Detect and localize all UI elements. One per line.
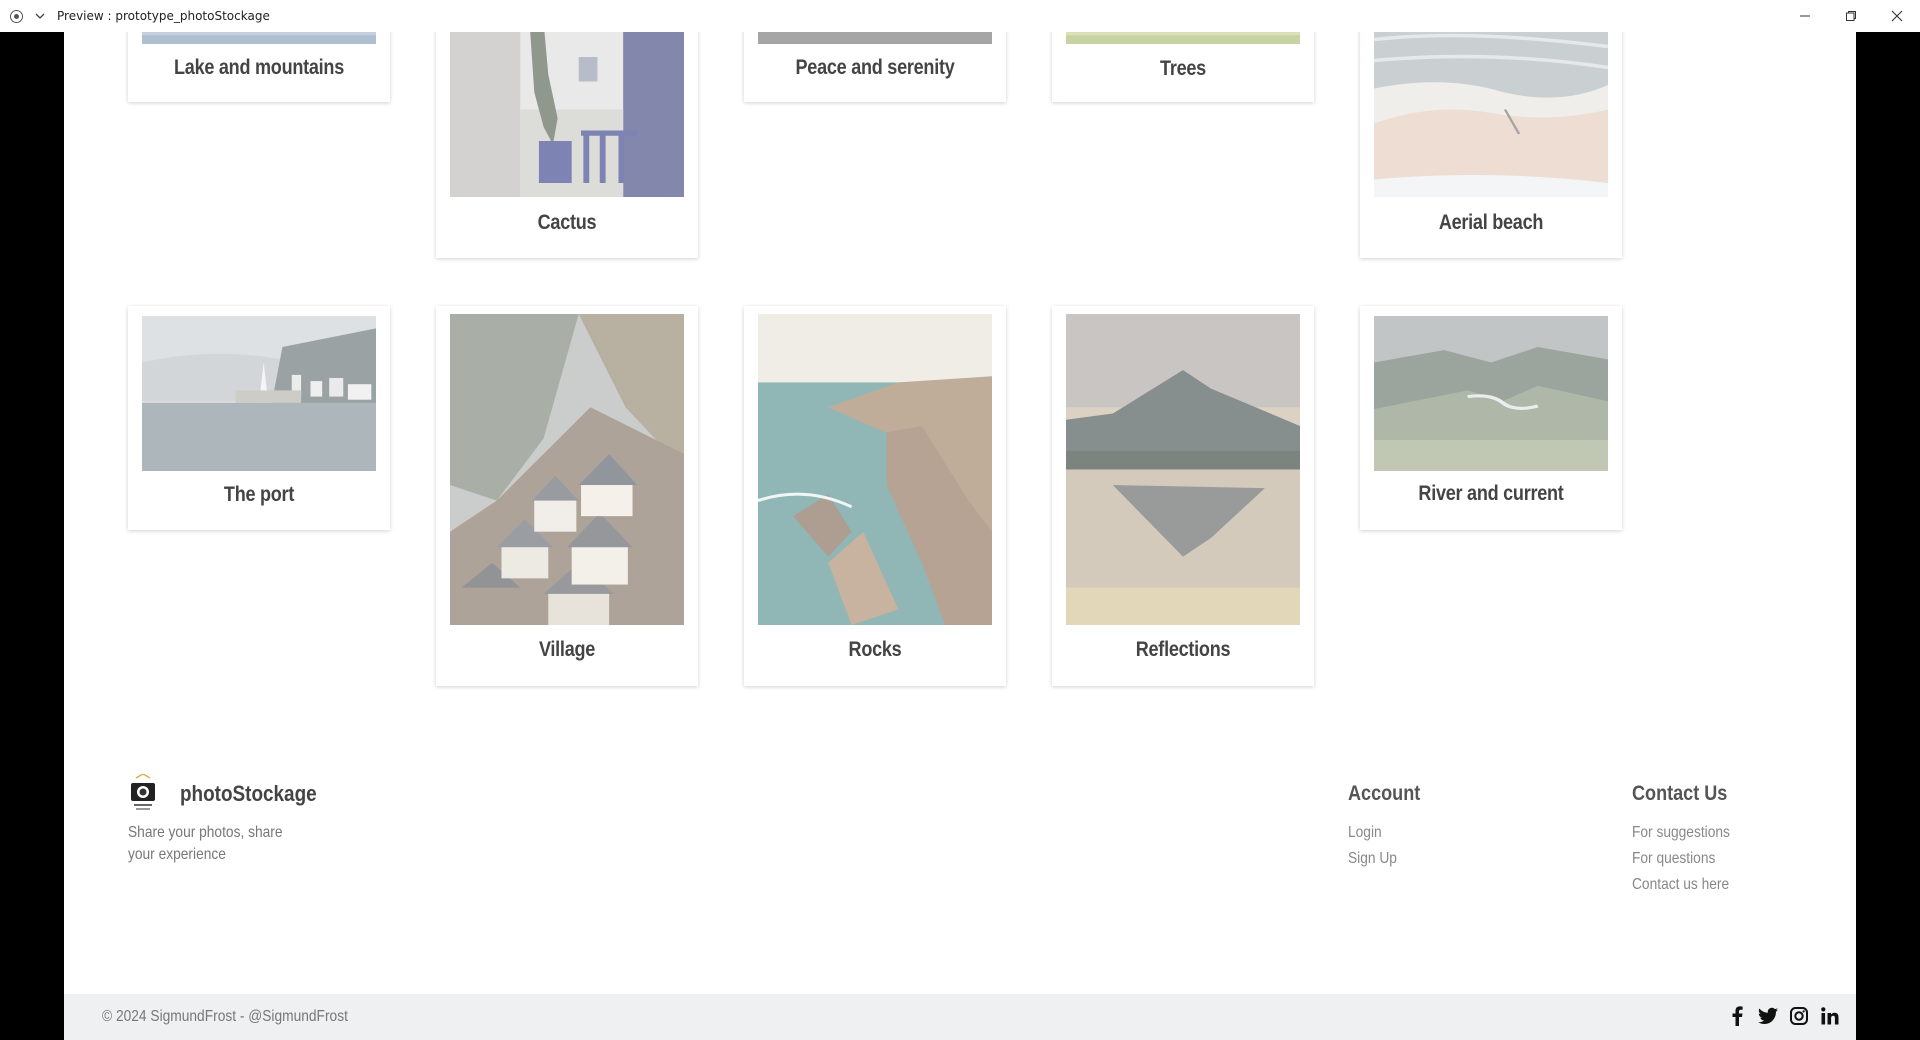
photo-aerial-beach — [1374, 32, 1608, 197]
page-content: Lake and mountains Cactus Peace and sere… — [64, 32, 1856, 1040]
photo-card-label: The port — [223, 483, 295, 506]
questions-link[interactable]: For questions — [1632, 850, 1730, 868]
twitter-icon[interactable] — [1758, 1006, 1778, 1026]
photo-card-label: River and current — [1418, 482, 1564, 505]
photo-card-the-port[interactable]: The port — [128, 306, 390, 530]
photo-card-trees[interactable]: Trees — [1052, 32, 1314, 102]
close-button[interactable] — [1874, 0, 1920, 32]
account-heading: Account — [1348, 782, 1421, 805]
photo-card-label: Rocks — [848, 638, 902, 661]
photo-card-rocks[interactable]: Rocks — [744, 306, 1006, 686]
instagram-icon[interactable] — [1789, 1006, 1809, 1026]
chevron-down-icon[interactable] — [35, 11, 45, 21]
photo-rocks — [758, 314, 992, 625]
photo-card-aerial-beach[interactable]: Aerial beach — [1360, 32, 1622, 258]
photo-trees — [1066, 32, 1300, 44]
photo-card-label: Lake and mountains — [174, 56, 344, 79]
photo-card-label: Village — [538, 638, 596, 661]
footer-brand[interactable]: photoStockage — [128, 773, 339, 814]
footer-contact-column: Contact Us For suggestions For questions… — [1632, 782, 1746, 902]
footer-account-column: Account Login Sign Up — [1348, 782, 1432, 876]
contact-us-link[interactable]: Contact us here — [1632, 876, 1730, 894]
photo-card-label: Trees — [1160, 57, 1206, 80]
window-title: Preview : prototype_photoStockage — [57, 9, 270, 23]
camera-logo-icon — [128, 773, 158, 814]
photo-peace-and-serenity — [758, 32, 992, 44]
photo-card-village[interactable]: Village — [436, 306, 698, 686]
photo-cactus — [450, 32, 684, 197]
photo-card-label: Aerial beach — [1438, 211, 1544, 234]
photo-reflections — [1066, 314, 1300, 625]
photo-card-peace-and-serenity[interactable]: Peace and serenity — [744, 32, 1006, 102]
minimize-button[interactable] — [1782, 0, 1828, 32]
restore-button[interactable] — [1828, 0, 1874, 32]
photo-lake-and-mountains — [142, 32, 376, 44]
photo-card-reflections[interactable]: Reflections — [1052, 306, 1314, 686]
linkedin-icon[interactable] — [1820, 1006, 1840, 1026]
signup-link[interactable]: Sign Up — [1348, 850, 1420, 868]
photo-the-port — [142, 316, 376, 471]
photo-card-cactus[interactable]: Cactus — [436, 32, 698, 258]
photo-card-label: Reflections — [1135, 638, 1231, 661]
app-icon[interactable] — [10, 9, 23, 23]
photo-river-and-current — [1374, 316, 1608, 471]
brand-tagline: Share your photos, share your experience — [128, 824, 283, 863]
social-links — [1727, 1006, 1840, 1026]
photo-village — [450, 314, 684, 625]
window-titlebar: Preview : prototype_photoStockage — [0, 0, 1920, 32]
photo-card-river-and-current[interactable]: River and current — [1360, 306, 1622, 530]
footer-bottom-bar: © 2024 SigmundFrost - @SigmundFrost — [64, 994, 1856, 1040]
brand-name: photoStockage — [180, 781, 317, 806]
photo-card-label: Cactus — [537, 211, 597, 234]
contact-heading: Contact Us — [1632, 782, 1728, 805]
photo-card-label: Peace and serenity — [795, 56, 955, 79]
facebook-icon[interactable] — [1727, 1006, 1747, 1026]
photo-card-lake-and-mountains[interactable]: Lake and mountains — [128, 32, 390, 102]
copyright-text: © 2024 SigmundFrost - @SigmundFrost — [102, 1008, 348, 1025]
suggestions-link[interactable]: For suggestions — [1632, 824, 1730, 842]
login-link[interactable]: Login — [1348, 824, 1420, 842]
